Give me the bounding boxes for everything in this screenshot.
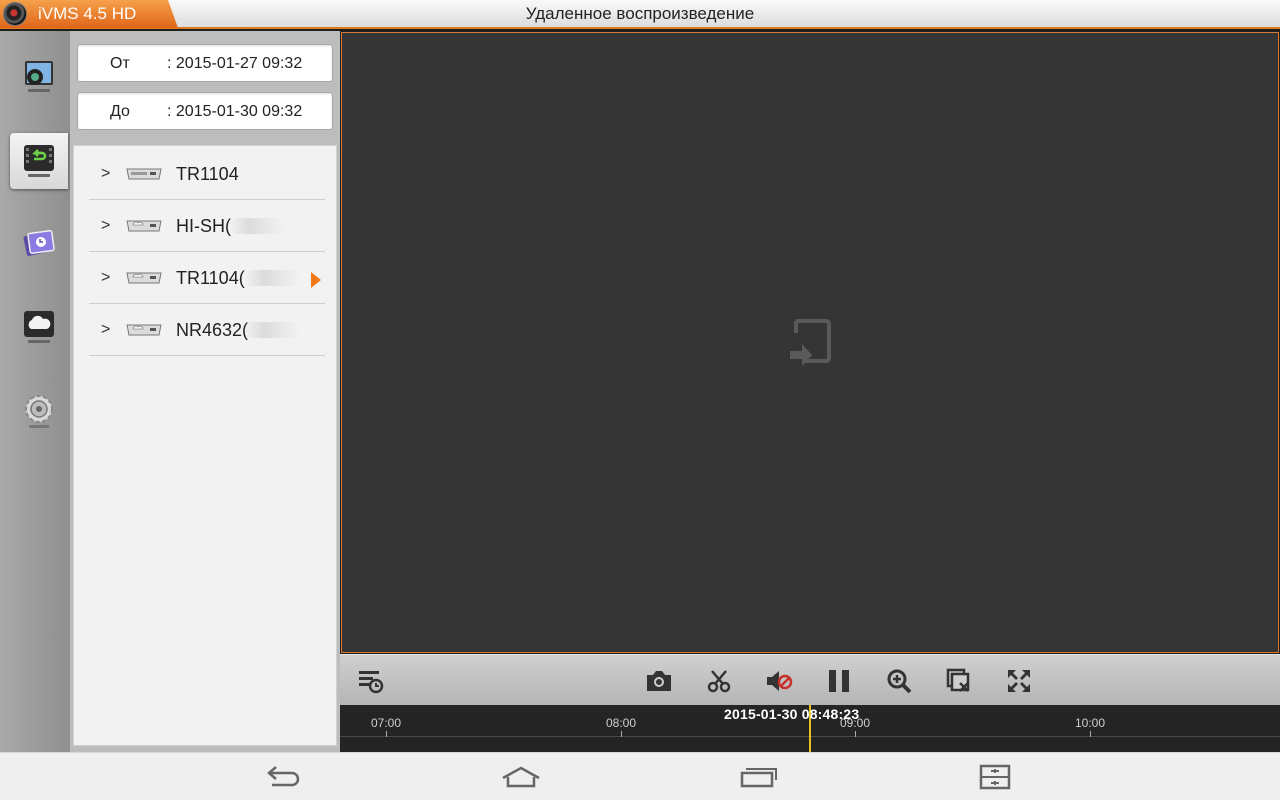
nav-item-remote-playback[interactable] — [10, 133, 68, 189]
timeline-tick-label: 07:00 — [371, 716, 402, 730]
device-name: TR1104( — [176, 268, 245, 288]
selected-arrow-icon — [311, 272, 321, 288]
scissors-clip-icon — [707, 670, 731, 693]
nav-item-cloud[interactable] — [10, 299, 68, 355]
timeline-tick-mark — [855, 731, 856, 737]
app-name: iVMS 4.5 HD — [38, 4, 137, 23]
timeline-tick-label: 08:00 — [606, 716, 637, 730]
snapshot-button[interactable] — [643, 665, 675, 697]
timeline-tick-label: 10:00 — [1075, 716, 1106, 730]
page-title: Удаленное воспроизведение — [525, 4, 755, 23]
home-icon — [502, 766, 540, 788]
home-button[interactable] — [499, 763, 543, 791]
expand-chevron-icon[interactable]: > — [101, 165, 110, 183]
playback-toolbar — [340, 654, 1280, 705]
close-window-button[interactable] — [943, 665, 975, 697]
dvr-device-icon — [126, 168, 162, 180]
cloud-dvr-device-icon — [126, 272, 162, 284]
device-list: > TR1104 > HI-SH( > TR1104(> NR4632( — [73, 145, 337, 746]
system-nav-bar — [0, 752, 1280, 800]
audio-toggle-button[interactable] — [763, 665, 795, 697]
video-window[interactable] — [341, 32, 1279, 653]
local-files-icon — [23, 229, 55, 256]
fullscreen-button[interactable] — [1003, 665, 1035, 697]
timeline-tick-mark — [1090, 731, 1091, 737]
cloud-dvr-device-icon — [126, 220, 162, 232]
expand-chevron-icon[interactable]: > — [101, 217, 110, 235]
end-time-field[interactable]: До : 2015-01-30 09:32 — [77, 92, 333, 130]
back-icon — [267, 766, 300, 787]
cloud-dvr-device-icon — [126, 324, 162, 336]
left-nav — [0, 31, 70, 752]
device-row-selected[interactable]: > TR1104( — [89, 252, 325, 304]
screenshot-icon — [979, 764, 1011, 790]
nav-item-settings[interactable] — [10, 383, 68, 439]
device-row[interactable]: > HI-SH( — [89, 200, 325, 252]
snapshot-icon — [647, 671, 671, 691]
zoom-button[interactable] — [883, 665, 915, 697]
clip-button[interactable] — [703, 665, 735, 697]
device-name: HI-SH( — [176, 216, 231, 236]
current-playback-time: 2015-01-30 08:48:23 — [724, 706, 860, 722]
expand-chevron-icon[interactable]: > — [101, 269, 110, 287]
start-time-field[interactable]: От : 2015-01-27 09:32 — [77, 44, 333, 82]
add-playback-icon[interactable] — [788, 317, 834, 367]
redacted-text — [244, 270, 300, 286]
expand-chevron-icon[interactable]: > — [101, 321, 110, 339]
zoom-in-icon — [887, 669, 912, 694]
nav-item-local-files[interactable] — [10, 215, 68, 271]
device-name: NR4632( — [176, 320, 249, 340]
timeline-tick-mark — [386, 731, 387, 737]
end-time-label: До — [110, 103, 130, 120]
device-row[interactable]: > TR1104 — [89, 148, 325, 200]
app-logo-icon — [3, 2, 27, 26]
recent-apps-icon — [740, 768, 777, 788]
timeline-tick-mark — [621, 731, 622, 737]
playback-list-button[interactable] — [354, 665, 386, 697]
recent-apps-button[interactable] — [736, 763, 780, 791]
live-view-camera-icon — [25, 61, 53, 92]
end-time-value: : 2015-01-30 09:32 — [167, 103, 303, 120]
pause-icon — [829, 670, 849, 692]
mute-icon — [767, 671, 793, 691]
start-time-value: : 2015-01-27 09:32 — [167, 55, 303, 72]
redacted-text — [229, 218, 285, 234]
back-button[interactable] — [262, 763, 306, 791]
pause-button[interactable] — [823, 665, 855, 697]
start-time-label: От — [110, 55, 130, 72]
fullscreen-icon — [1008, 670, 1030, 692]
nav-item-live-view[interactable] — [10, 49, 68, 105]
screenshot-button[interactable] — [973, 763, 1017, 791]
app-badge[interactable]: iVMS 4.5 HD — [0, 0, 178, 28]
device-name: TR1104 — [176, 164, 239, 184]
remote-playback-icon — [24, 145, 54, 177]
title-bar: Удаленное воспроизведение iVMS 4.5 HD — [0, 0, 1280, 29]
redacted-text — [244, 322, 300, 338]
close-window-icon — [946, 668, 970, 692]
timeline[interactable]: 07:00 08:00 09:00 10:00 2015-01-30 08:48… — [340, 705, 1280, 752]
settings-gear-icon — [25, 395, 53, 428]
playback-list-icon — [359, 671, 384, 694]
device-row[interactable]: > NR4632( — [89, 304, 325, 356]
cloud-device-icon — [24, 311, 54, 343]
device-panel: От : 2015-01-27 09:32 До : 2015-01-30 09… — [70, 31, 340, 752]
